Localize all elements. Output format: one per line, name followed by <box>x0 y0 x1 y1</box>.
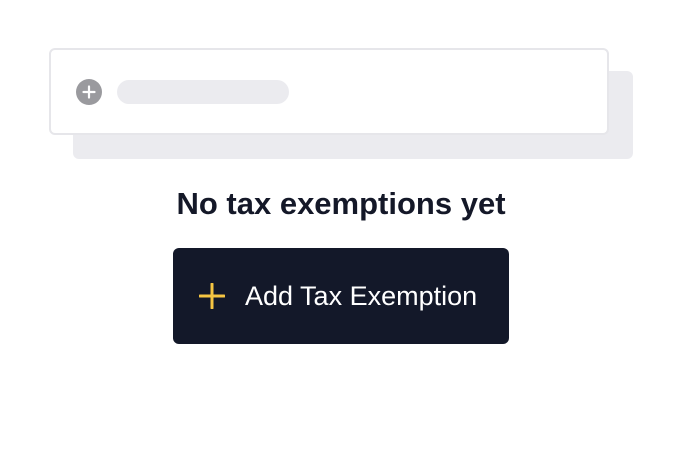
plus-icon <box>198 282 226 310</box>
empty-state-heading: No tax exemptions yet <box>176 186 506 221</box>
placeholder-card <box>49 48 609 135</box>
skeleton-text-line <box>117 80 289 104</box>
empty-state-illustration <box>0 0 688 170</box>
plus-circle-icon <box>76 79 102 105</box>
add-tax-exemption-button[interactable]: Add Tax Exemption <box>173 248 509 344</box>
add-tax-exemption-label: Add Tax Exemption <box>245 281 478 311</box>
